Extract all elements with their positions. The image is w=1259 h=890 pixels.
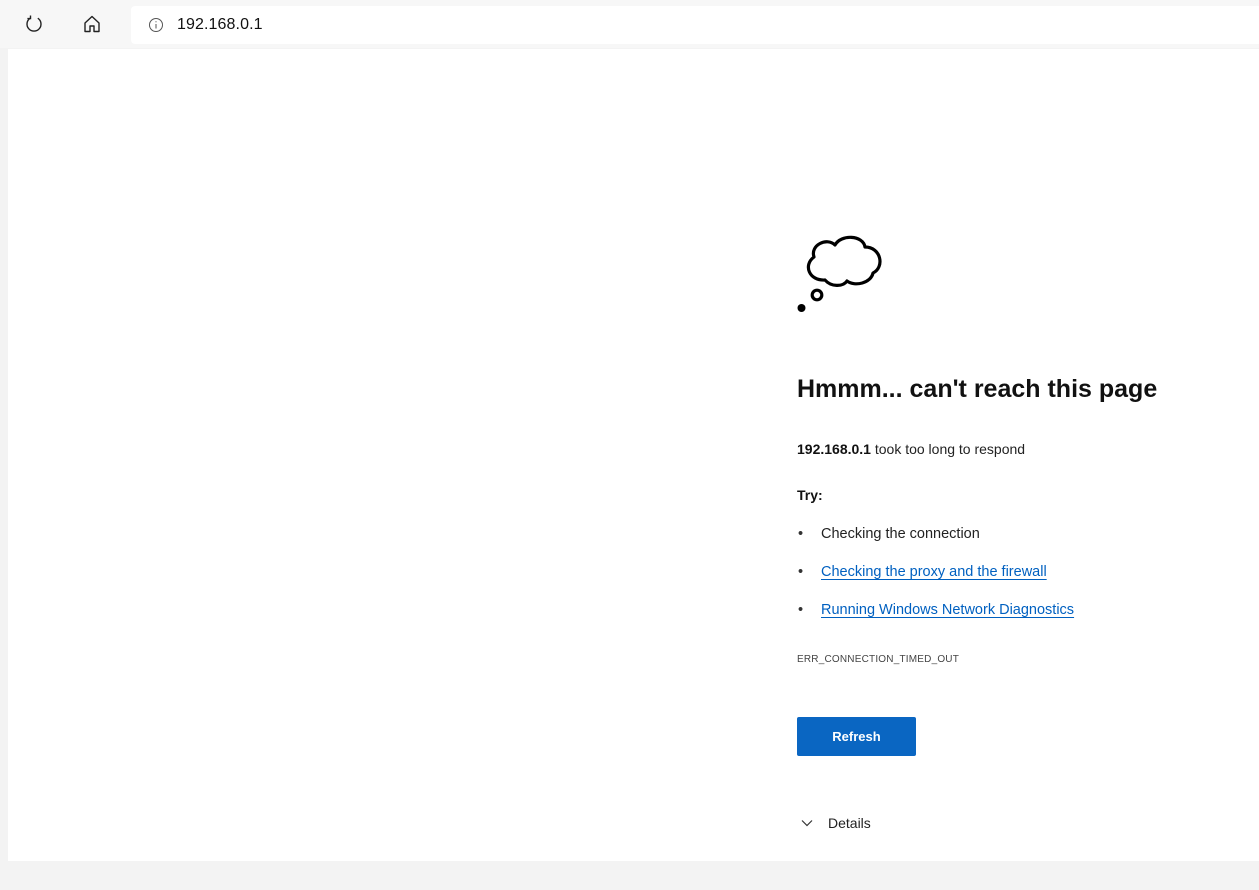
suggestion-item: • Running Windows Network Diagnostics [797, 602, 1074, 640]
bullet-icon: • [798, 564, 804, 580]
try-label: Try: [797, 487, 823, 503]
bullet-icon: • [798, 602, 804, 618]
details-label: Details [828, 815, 871, 831]
address-bar[interactable]: 192.168.0.1 [131, 6, 1259, 44]
chevron-down-icon [801, 820, 813, 827]
page-content: Hmmm... can't reach this page 192.168.0.… [8, 49, 1259, 861]
error-host: 192.168.0.1 [797, 441, 871, 457]
url-text[interactable]: 192.168.0.1 [177, 16, 263, 34]
error-message: took too long to respond [870, 441, 1026, 457]
bullet-icon: • [798, 526, 804, 542]
suggestion-item: • Checking the connection [797, 526, 1074, 564]
details-toggle[interactable]: Details [797, 815, 871, 831]
thought-cloud-icon [797, 235, 882, 312]
error-heading: Hmmm... can't reach this page [797, 375, 1158, 403]
info-icon[interactable] [147, 16, 165, 34]
refresh-icon[interactable] [18, 8, 50, 40]
network-diagnostics-link[interactable]: Running Windows Network Diagnostics [821, 602, 1074, 618]
suggestion-list: • Checking the connection • Checking the… [797, 526, 1074, 640]
proxy-firewall-link[interactable]: Checking the proxy and the firewall [821, 564, 1047, 580]
home-icon[interactable] [76, 8, 108, 40]
browser-toolbar: 192.168.0.1 [0, 0, 1259, 48]
suggestion-check-connection: Checking the connection [821, 526, 980, 542]
error-code: ERR_CONNECTION_TIMED_OUT [797, 654, 960, 665]
error-description: 192.168.0.1 took too long to respond [797, 441, 1025, 457]
refresh-button[interactable]: Refresh [797, 717, 916, 756]
suggestion-item: • Checking the proxy and the firewall [797, 564, 1074, 602]
